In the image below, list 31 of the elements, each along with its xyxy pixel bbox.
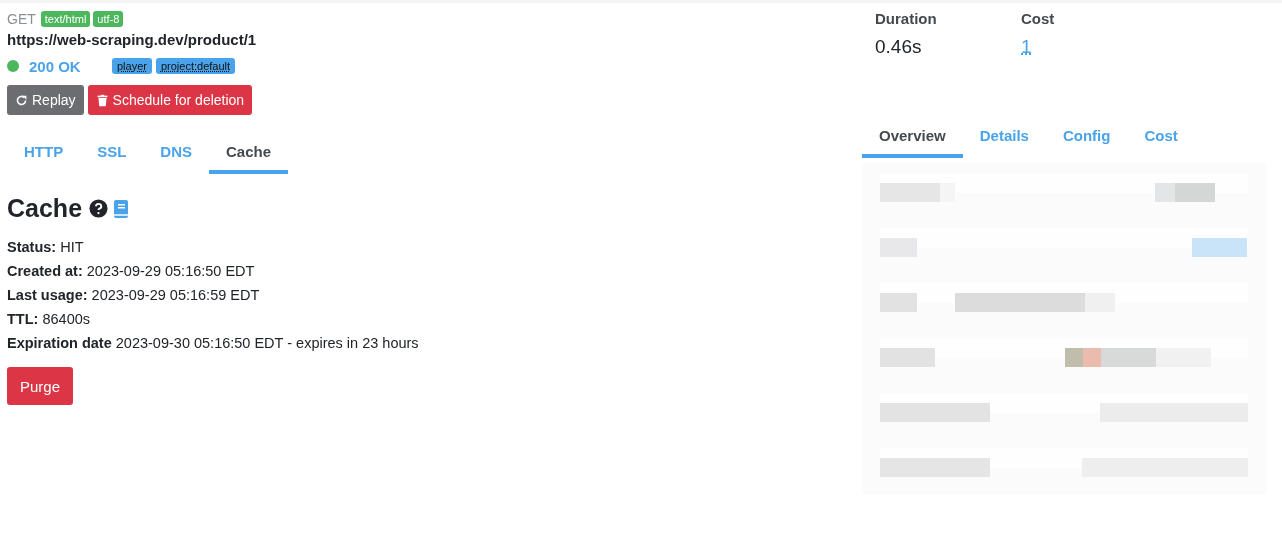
tag-badge[interactable]: player <box>112 58 152 74</box>
cost-link[interactable]: 1 <box>1021 36 1032 58</box>
stat-label: Duration <box>875 10 938 27</box>
content-type-badge: utf-8 <box>93 11 124 27</box>
help-icon[interactable] <box>89 199 109 218</box>
refresh-icon <box>15 93 28 107</box>
tab[interactable]: Details <box>962 121 1046 158</box>
request-method: GET <box>7 11 36 27</box>
purge-button[interactable]: Purge <box>7 367 74 405</box>
status-code: 200 OK <box>29 57 82 75</box>
cache-field: Created at: 2023-09-29 05:16:50 EDT <box>7 259 862 283</box>
tab[interactable]: HTTP <box>7 137 81 174</box>
delete-button[interactable]: Schedule for deletion <box>87 85 253 115</box>
cache-field: TTL: 86400s <box>7 307 862 331</box>
request-url: https://web-scraping.dev/product/1 <box>7 31 258 48</box>
trash-icon <box>95 93 109 107</box>
tab[interactable]: SSL <box>80 137 144 174</box>
cache-field: Expiration date 2023-09-30 05:16:50 EDT - expires in 23 hours <box>7 331 862 355</box>
tab[interactable]: Config <box>1045 121 1128 158</box>
cache-field: Last usage: 2023-09-29 05:16:59 EDT <box>7 283 862 307</box>
stat-value: 0.46s <box>875 36 922 58</box>
replay-button[interactable]: Replay <box>7 85 84 115</box>
content-type-badge: text/html <box>40 11 91 27</box>
tab[interactable]: Overview <box>862 121 963 158</box>
tag-badge[interactable]: project:default <box>155 58 236 74</box>
tab[interactable]: Cost <box>1127 121 1195 158</box>
tab[interactable]: DNS <box>143 137 210 174</box>
tab[interactable]: Cache <box>209 137 289 174</box>
stat-label: Cost <box>1021 10 1056 27</box>
cache-field: Status: HIT <box>7 235 862 259</box>
section-title: Cache <box>7 194 83 223</box>
